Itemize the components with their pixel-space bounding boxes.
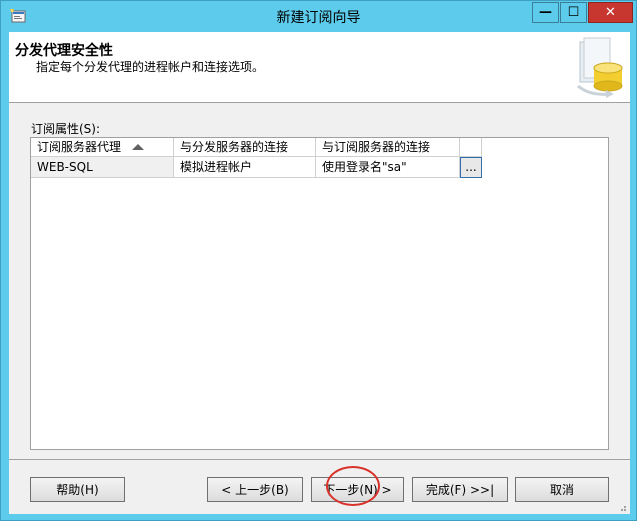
minimize-icon: — xyxy=(539,5,552,20)
wizard-client-area: 分发代理安全性 指定每个分发代理的进程帐户和连接选项。 订阅属性(S): 订阅服… xyxy=(9,32,630,514)
footer-divider xyxy=(9,459,630,460)
cancel-button[interactable]: 取消 xyxy=(515,477,609,502)
sort-ascending-icon xyxy=(132,144,144,150)
database-wizard-icon xyxy=(577,37,623,98)
subscription-properties-label: 订阅属性(S): xyxy=(31,122,101,136)
page-header: 分发代理安全性 指定每个分发代理的进程帐户和连接选项。 xyxy=(9,32,630,103)
maximize-button[interactable]: ☐ xyxy=(560,2,587,23)
cell-subscriber-connection[interactable]: 使用登录名"sa" xyxy=(316,157,460,178)
cell-distributor-connection[interactable]: 模拟进程帐户 xyxy=(174,157,316,178)
close-button[interactable]: ✕ xyxy=(588,2,633,23)
wizard-window: 新建订阅向导 — ☐ ✕ 分发代理安全性 指定每个分发代理的进程帐户和连接选项。 xyxy=(0,0,637,521)
column-header-subscriber-agent[interactable]: 订阅服务器代理 xyxy=(31,138,174,157)
cell-subscriber-agent[interactable]: WEB-SQL xyxy=(31,157,174,178)
grid-header: 订阅服务器代理 与分发服务器的连接 与订阅服务器的连接 xyxy=(31,138,608,157)
finish-button[interactable]: 完成(F) >>| xyxy=(412,477,508,502)
page-title: 分发代理安全性 xyxy=(15,43,113,59)
title-bar[interactable]: 新建订阅向导 — ☐ ✕ xyxy=(1,1,636,32)
resize-grip-icon[interactable] xyxy=(615,504,627,512)
column-header-distributor-connection[interactable]: 与分发服务器的连接 xyxy=(174,138,316,157)
help-button[interactable]: 帮助(H) xyxy=(30,477,125,502)
page-subtitle: 指定每个分发代理的进程帐户和连接选项。 xyxy=(36,60,265,74)
maximize-icon: ☐ xyxy=(567,5,580,20)
next-button[interactable]: 下一步(N) > xyxy=(311,477,404,502)
agent-security-ellipsis-button[interactable]: ... xyxy=(460,157,482,178)
column-header-blank xyxy=(460,138,482,157)
close-icon: ✕ xyxy=(605,5,616,20)
column-header-subscriber-connection[interactable]: 与订阅服务器的连接 xyxy=(316,138,460,157)
subscription-properties-grid[interactable]: 订阅服务器代理 与分发服务器的连接 与订阅服务器的连接 WEB-SQL 模拟进程… xyxy=(30,137,609,450)
back-button[interactable]: < 上一步(B) xyxy=(207,477,303,502)
table-row[interactable]: WEB-SQL 模拟进程帐户 使用登录名"sa" xyxy=(31,157,482,178)
minimize-button[interactable]: — xyxy=(532,2,559,23)
